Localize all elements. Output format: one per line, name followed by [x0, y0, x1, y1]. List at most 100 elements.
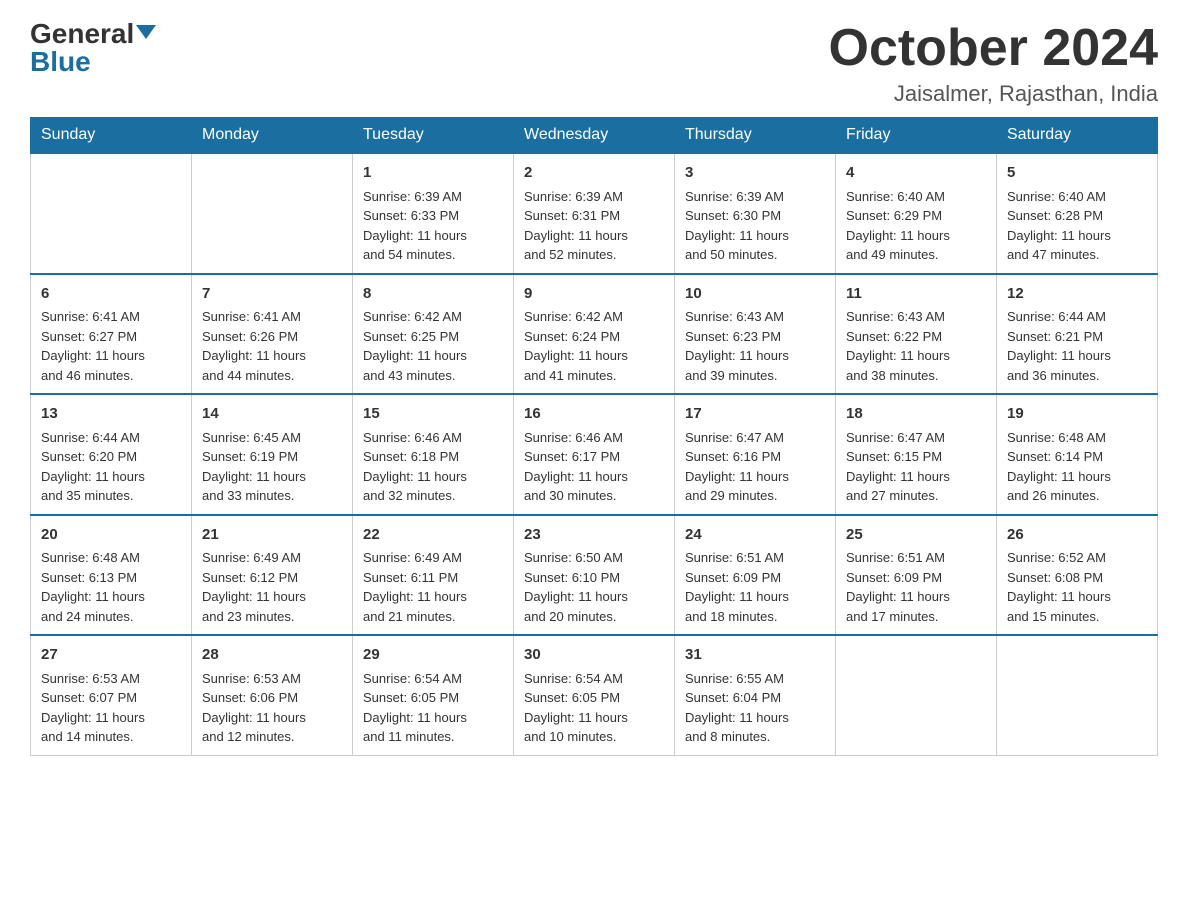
day-number: 18 — [846, 403, 986, 426]
day-info: Sunrise: 6:49 AMSunset: 6:12 PMDaylight:… — [202, 550, 306, 624]
calendar-cell: 30 Sunrise: 6:54 AMSunset: 6:05 PMDayligh… — [514, 635, 675, 755]
calendar-cell: 21 Sunrise: 6:49 AMSunset: 6:12 PMDayligh… — [192, 515, 353, 636]
calendar-cell: 15 Sunrise: 6:46 AMSunset: 6:18 PMDayligh… — [353, 394, 514, 515]
day-info: Sunrise: 6:44 AMSunset: 6:20 PMDaylight:… — [41, 430, 145, 504]
day-number: 30 — [524, 644, 664, 667]
day-number: 16 — [524, 403, 664, 426]
calendar-cell: 11Sunrise: 6:43 AMSunset: 6:22 PMDayligh… — [836, 274, 997, 395]
calendar-week-4: 20 Sunrise: 6:48 AMSunset: 6:13 PMDayligh… — [31, 515, 1158, 636]
day-number: 17 — [685, 403, 825, 426]
calendar-body: 1 Sunrise: 6:39 AMSunset: 6:33 PMDaylight… — [31, 153, 1158, 755]
calendar-cell: 12Sunrise: 6:44 AMSunset: 6:21 PMDayligh… — [997, 274, 1158, 395]
day-number: 21 — [202, 524, 342, 547]
day-info: Sunrise: 6:40 AMSunset: 6:28 PMDaylight:… — [1007, 189, 1111, 263]
calendar-cell: 27 Sunrise: 6:53 AMSunset: 6:07 PMDayligh… — [31, 635, 192, 755]
calendar-cell — [192, 153, 353, 274]
day-info: Sunrise: 6:40 AMSunset: 6:29 PMDaylight:… — [846, 189, 950, 263]
day-header-saturday: Saturday — [997, 118, 1158, 154]
calendar-table: SundayMondayTuesdayWednesdayThursdayFrid… — [30, 117, 1158, 756]
calendar-week-2: 6Sunrise: 6:41 AMSunset: 6:27 PMDaylight… — [31, 274, 1158, 395]
day-number: 10 — [685, 283, 825, 306]
day-info: Sunrise: 6:55 AMSunset: 6:04 PMDaylight:… — [685, 671, 789, 745]
calendar-cell — [997, 635, 1158, 755]
day-info: Sunrise: 6:47 AMSunset: 6:15 PMDaylight:… — [846, 430, 950, 504]
day-number: 15 — [363, 403, 503, 426]
day-number: 1 — [363, 162, 503, 185]
day-header-friday: Friday — [836, 118, 997, 154]
title-block: October 2024 Jaisalmer, Rajasthan, India — [829, 20, 1159, 107]
day-number: 3 — [685, 162, 825, 185]
calendar-cell: 19Sunrise: 6:48 AMSunset: 6:14 PMDayligh… — [997, 394, 1158, 515]
day-info: Sunrise: 6:43 AMSunset: 6:22 PMDaylight:… — [846, 309, 950, 383]
day-number: 2 — [524, 162, 664, 185]
day-number: 20 — [41, 524, 181, 547]
day-info: Sunrise: 6:46 AMSunset: 6:17 PMDaylight:… — [524, 430, 628, 504]
month-title: October 2024 — [829, 20, 1159, 77]
calendar-week-1: 1 Sunrise: 6:39 AMSunset: 6:33 PMDaylight… — [31, 153, 1158, 274]
day-number: 28 — [202, 644, 342, 667]
calendar-week-3: 13 Sunrise: 6:44 AMSunset: 6:20 PMDayligh… — [31, 394, 1158, 515]
day-header-monday: Monday — [192, 118, 353, 154]
day-number: 8 — [363, 283, 503, 306]
day-number: 29 — [363, 644, 503, 667]
day-info: Sunrise: 6:39 AMSunset: 6:33 PMDaylight:… — [363, 189, 467, 263]
calendar-cell: 23 Sunrise: 6:50 AMSunset: 6:10 PMDayligh… — [514, 515, 675, 636]
day-info: Sunrise: 6:46 AMSunset: 6:18 PMDaylight:… — [363, 430, 467, 504]
day-info: Sunrise: 6:42 AMSunset: 6:24 PMDaylight:… — [524, 309, 628, 383]
day-info: Sunrise: 6:54 AMSunset: 6:05 PMDaylight:… — [524, 671, 628, 745]
calendar-cell: 14 Sunrise: 6:45 AMSunset: 6:19 PMDayligh… — [192, 394, 353, 515]
day-number: 14 — [202, 403, 342, 426]
calendar-cell: 18 Sunrise: 6:47 AMSunset: 6:15 PMDayligh… — [836, 394, 997, 515]
page-header: General Blue October 2024 Jaisalmer, Raj… — [30, 20, 1158, 107]
day-number: 9 — [524, 283, 664, 306]
calendar-cell: 20 Sunrise: 6:48 AMSunset: 6:13 PMDayligh… — [31, 515, 192, 636]
calendar-week-5: 27 Sunrise: 6:53 AMSunset: 6:07 PMDayligh… — [31, 635, 1158, 755]
day-info: Sunrise: 6:39 AMSunset: 6:31 PMDaylight:… — [524, 189, 628, 263]
day-number: 31 — [685, 644, 825, 667]
location-title: Jaisalmer, Rajasthan, India — [829, 81, 1159, 107]
day-number: 24 — [685, 524, 825, 547]
calendar-cell: 31 Sunrise: 6:55 AMSunset: 6:04 PMDayligh… — [675, 635, 836, 755]
calendar-cell: 22Sunrise: 6:49 AMSunset: 6:11 PMDayligh… — [353, 515, 514, 636]
day-number: 7 — [202, 283, 342, 306]
calendar-cell: 17Sunrise: 6:47 AMSunset: 6:16 PMDayligh… — [675, 394, 836, 515]
day-number: 27 — [41, 644, 181, 667]
day-number: 6 — [41, 283, 181, 306]
day-info: Sunrise: 6:48 AMSunset: 6:13 PMDaylight:… — [41, 550, 145, 624]
day-info: Sunrise: 6:45 AMSunset: 6:19 PMDaylight:… — [202, 430, 306, 504]
day-info: Sunrise: 6:50 AMSunset: 6:10 PMDaylight:… — [524, 550, 628, 624]
day-number: 13 — [41, 403, 181, 426]
logo: General Blue — [30, 20, 156, 76]
day-header-wednesday: Wednesday — [514, 118, 675, 154]
day-number: 19 — [1007, 403, 1147, 426]
day-header-tuesday: Tuesday — [353, 118, 514, 154]
calendar-cell: 29Sunrise: 6:54 AMSunset: 6:05 PMDayligh… — [353, 635, 514, 755]
calendar-cell: 2 Sunrise: 6:39 AMSunset: 6:31 PMDaylight… — [514, 153, 675, 274]
calendar-cell: 6Sunrise: 6:41 AMSunset: 6:27 PMDaylight… — [31, 274, 192, 395]
calendar-cell: 16 Sunrise: 6:46 AMSunset: 6:17 PMDayligh… — [514, 394, 675, 515]
day-header-sunday: Sunday — [31, 118, 192, 154]
calendar-cell: 13 Sunrise: 6:44 AMSunset: 6:20 PMDayligh… — [31, 394, 192, 515]
day-info: Sunrise: 6:53 AMSunset: 6:06 PMDaylight:… — [202, 671, 306, 745]
calendar-cell: 3Sunrise: 6:39 AMSunset: 6:30 PMDaylight… — [675, 153, 836, 274]
logo-blue-text: Blue — [30, 48, 91, 76]
calendar-cell — [836, 635, 997, 755]
calendar-cell: 8 Sunrise: 6:42 AMSunset: 6:25 PMDaylight… — [353, 274, 514, 395]
calendar-cell: 7 Sunrise: 6:41 AMSunset: 6:26 PMDaylight… — [192, 274, 353, 395]
day-number: 23 — [524, 524, 664, 547]
day-info: Sunrise: 6:51 AMSunset: 6:09 PMDaylight:… — [846, 550, 950, 624]
calendar-cell: 25 Sunrise: 6:51 AMSunset: 6:09 PMDayligh… — [836, 515, 997, 636]
calendar-header: SundayMondayTuesdayWednesdayThursdayFrid… — [31, 118, 1158, 154]
day-info: Sunrise: 6:49 AMSunset: 6:11 PMDaylight:… — [363, 550, 467, 624]
day-info: Sunrise: 6:43 AMSunset: 6:23 PMDaylight:… — [685, 309, 789, 383]
logo-general-text: General — [30, 20, 134, 48]
day-header-thursday: Thursday — [675, 118, 836, 154]
day-number: 25 — [846, 524, 986, 547]
calendar-cell: 1 Sunrise: 6:39 AMSunset: 6:33 PMDaylight… — [353, 153, 514, 274]
day-info: Sunrise: 6:41 AMSunset: 6:26 PMDaylight:… — [202, 309, 306, 383]
day-info: Sunrise: 6:42 AMSunset: 6:25 PMDaylight:… — [363, 309, 467, 383]
day-number: 26 — [1007, 524, 1147, 547]
day-info: Sunrise: 6:51 AMSunset: 6:09 PMDaylight:… — [685, 550, 789, 624]
day-info: Sunrise: 6:53 AMSunset: 6:07 PMDaylight:… — [41, 671, 145, 745]
calendar-cell: 10 Sunrise: 6:43 AMSunset: 6:23 PMDayligh… — [675, 274, 836, 395]
